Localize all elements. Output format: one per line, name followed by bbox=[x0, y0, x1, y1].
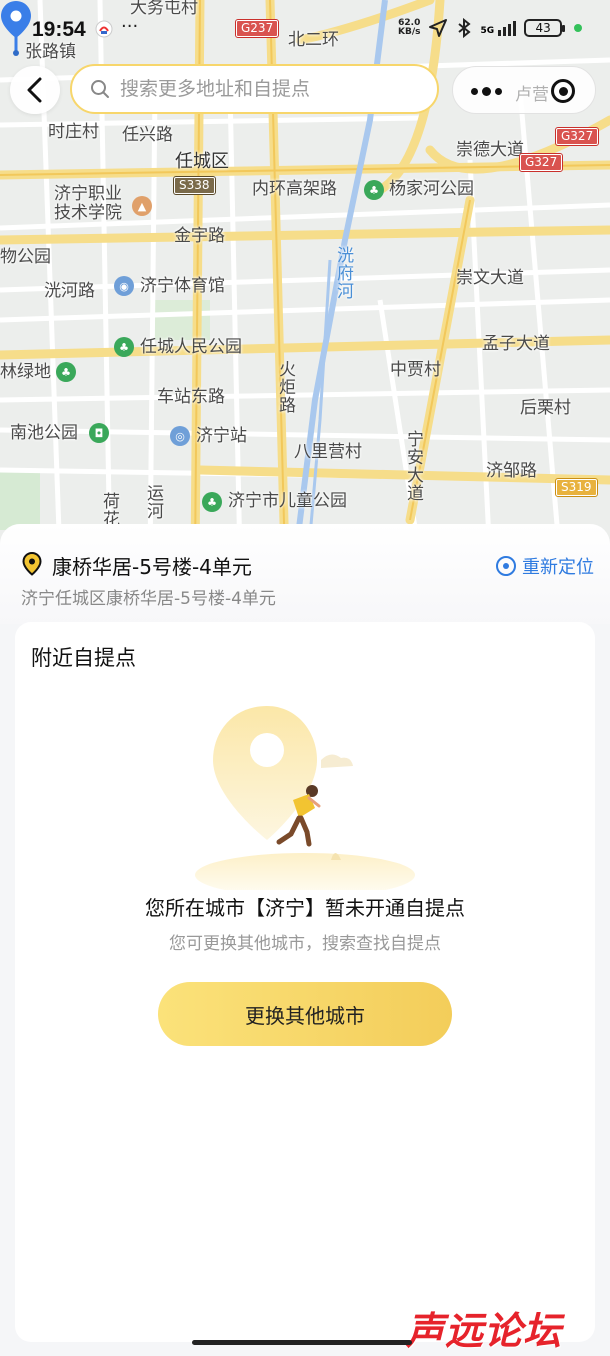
map-label: 济宁职业 bbox=[54, 184, 122, 204]
road-shield: G327 bbox=[518, 152, 564, 173]
map-label: 后栗村 bbox=[520, 398, 571, 418]
app-notification-icon bbox=[95, 20, 113, 38]
more-notifications-icon: ··· bbox=[121, 16, 139, 37]
signal-icon: 5G bbox=[480, 20, 517, 36]
map-label: 张路镇 bbox=[25, 42, 76, 62]
map-label: 车站东路 bbox=[157, 387, 225, 407]
net-speed-unit: KB/s bbox=[398, 27, 421, 37]
map-label-river: 洸府河 bbox=[333, 246, 353, 300]
empty-state-title: 您所在城市【济宁】暂未开通自提点 bbox=[145, 896, 465, 920]
stadium-icon: ◉ bbox=[114, 276, 134, 296]
map-label: 物公园 bbox=[0, 247, 51, 267]
card-title: 附近自提点 bbox=[31, 646, 136, 670]
search-input[interactable] bbox=[120, 78, 420, 100]
miniprogram-capsule: 卢营 bbox=[452, 66, 596, 114]
nearby-pickup-card: 附近自提点 您所在城市【济宁】暂未开通自提点 您可更换其他城市，搜索查找自提点 … bbox=[15, 622, 595, 1342]
map-label: 南池公园 bbox=[10, 423, 78, 443]
map-label: 荷花 bbox=[99, 492, 119, 528]
relocate-label: 重新定位 bbox=[522, 557, 594, 578]
current-address: 康桥华居-5号楼-4单元 济宁任城区康桥华居-5号楼-4单元 重新定位 bbox=[0, 524, 610, 624]
status-right: 62.0 KB/s 5G 43 bbox=[398, 18, 583, 38]
chevron-left-icon bbox=[27, 77, 42, 103]
map-marker-icon bbox=[22, 552, 42, 576]
map-label: 技术学院 bbox=[54, 203, 122, 223]
train-station-icon: ◎ bbox=[170, 426, 190, 446]
capsule-hint: 卢营 bbox=[515, 85, 549, 105]
park-icon: ♣ bbox=[56, 362, 76, 382]
status-time: 19:54 bbox=[32, 18, 86, 41]
relocate-button[interactable]: 重新定位 bbox=[496, 553, 594, 579]
dot bbox=[471, 87, 478, 95]
battery-icon: 43 bbox=[524, 19, 566, 37]
map-label: 任城人民公园 bbox=[140, 337, 242, 357]
location-arrow-icon bbox=[429, 19, 448, 37]
screen: 大务屯村 张路镇 北二环 时庄村 任兴路 任城区 济宁职业 技术学院 ▲ 内环高… bbox=[0, 0, 610, 1356]
map-label: 孟子大道 bbox=[482, 334, 550, 354]
map-label: 八里营村 bbox=[294, 442, 362, 462]
map-label: 崇德大道 bbox=[456, 140, 524, 160]
park-icon: ♣ bbox=[364, 180, 384, 200]
close-miniprogram-icon[interactable] bbox=[551, 79, 575, 103]
search-bar[interactable] bbox=[70, 64, 439, 114]
locate-icon bbox=[496, 556, 516, 576]
map-label: 火炬路 bbox=[275, 360, 295, 414]
bluetooth-icon bbox=[458, 18, 472, 38]
forum-watermark: 声远论坛 bbox=[406, 1309, 563, 1353]
camera-park-icon: ◘ bbox=[89, 423, 109, 443]
road-shield: S338 bbox=[173, 175, 216, 196]
address-full: 济宁任城区康桥华居-5号楼-4单元 bbox=[21, 589, 276, 609]
address-title: 康桥华居-5号楼-4单元 bbox=[52, 555, 252, 579]
search-icon bbox=[91, 80, 109, 98]
more-menu-button[interactable] bbox=[471, 67, 502, 115]
network-type: 5G bbox=[480, 25, 495, 36]
map-label: 任兴路 bbox=[122, 125, 173, 145]
map-label: 济宁站 bbox=[196, 426, 247, 446]
map-label: 金宇路 bbox=[174, 226, 225, 246]
privacy-indicator bbox=[574, 24, 583, 32]
map-label: 崇文大道 bbox=[456, 268, 524, 288]
map-label: 济邹路 bbox=[486, 461, 537, 481]
map-label: 林绿地 bbox=[0, 362, 51, 382]
park-icon: ♣ bbox=[114, 337, 134, 357]
status-bar: 19:54 ··· 62.0 KB/s 5G 43 bbox=[0, 14, 610, 46]
home-indicator[interactable] bbox=[192, 1340, 412, 1345]
empty-state-illustration bbox=[195, 706, 415, 890]
back-button[interactable] bbox=[10, 66, 60, 114]
map-label: 济宁体育馆 bbox=[140, 276, 225, 296]
map-label: 运河 bbox=[143, 484, 163, 520]
road-shield: G327 bbox=[554, 126, 600, 147]
empty-state-subtitle: 您可更换其他城市，搜索查找自提点 bbox=[169, 934, 441, 954]
dot bbox=[495, 87, 502, 95]
map-label: 济宁市儿童公园 bbox=[228, 491, 347, 511]
dot bbox=[482, 86, 491, 96]
map-label: 中贾村 bbox=[390, 360, 441, 380]
bottom-sheet: 康桥华居-5号楼-4单元 济宁任城区康桥华居-5号楼-4单元 重新定位 附近自提… bbox=[0, 524, 610, 1356]
road-shield: S319 bbox=[555, 477, 598, 498]
school-icon: ▲ bbox=[132, 196, 152, 216]
park-icon: ♣ bbox=[202, 492, 222, 512]
map-label: 宁安大道 bbox=[403, 430, 423, 502]
map-label: 洸河路 bbox=[44, 281, 95, 301]
map-label-district: 任城区 bbox=[175, 151, 229, 172]
map-label: 时庄村 bbox=[48, 122, 99, 142]
map-label: 杨家河公园 bbox=[389, 179, 474, 199]
net-speed: 62.0 KB/s bbox=[398, 19, 420, 37]
switch-city-button[interactable]: 更换其他城市 bbox=[158, 982, 452, 1046]
map-label: 内环高架路 bbox=[252, 179, 337, 199]
